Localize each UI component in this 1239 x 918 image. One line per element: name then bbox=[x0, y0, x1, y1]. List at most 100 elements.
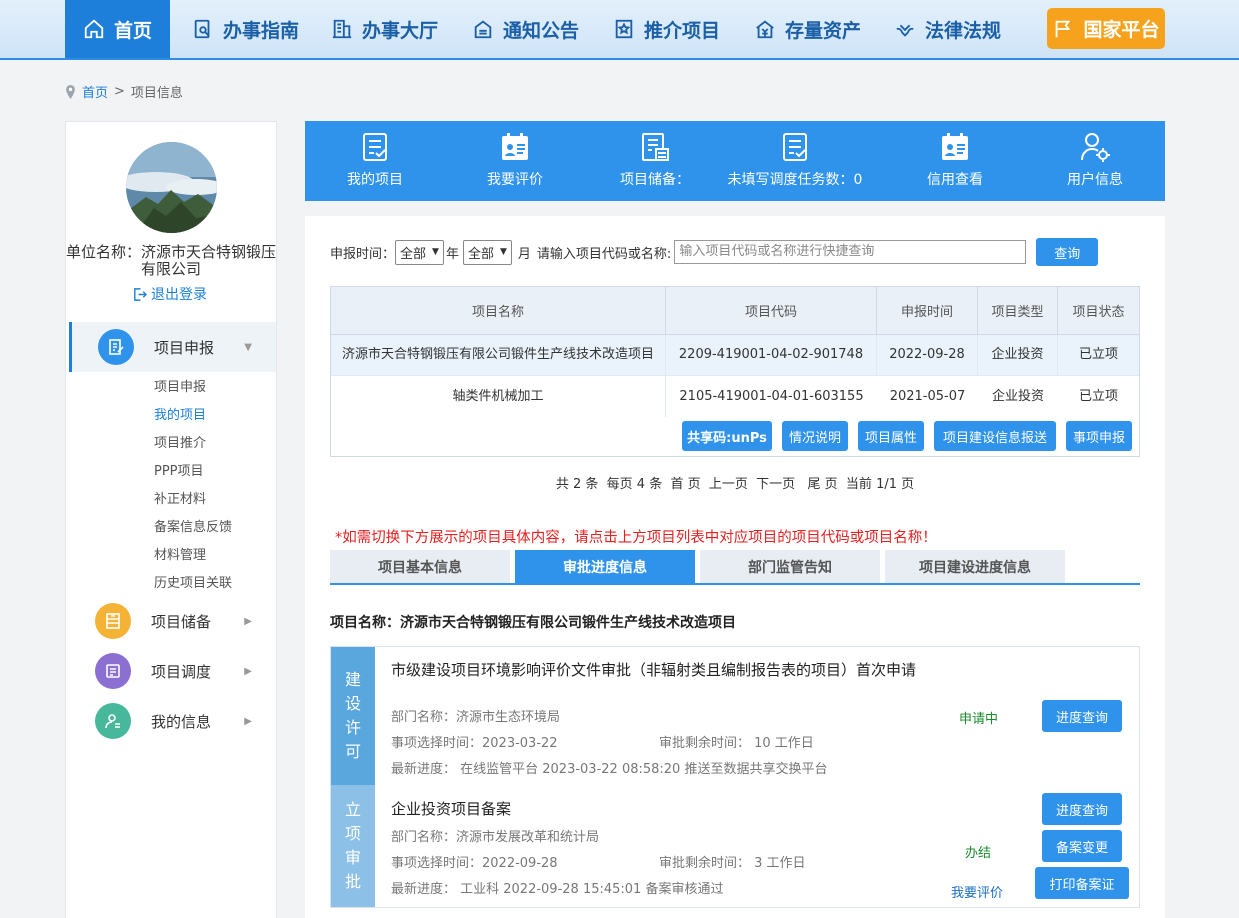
nav-hall[interactable]: 办事大厅 bbox=[331, 0, 438, 58]
row1-code[interactable]: 2209-419001-04-02-901748 bbox=[666, 335, 877, 376]
tab-construction-progress[interactable]: 项目建设进度信息 bbox=[885, 550, 1065, 583]
chevron-right-icon: ▶ bbox=[244, 665, 252, 677]
item-select-time: 事项选择时间：2023-03-22 bbox=[391, 736, 558, 751]
toolbar-my-projects[interactable]: 我的项目 bbox=[305, 121, 445, 201]
tab-approval-progress[interactable]: 审批进度信息 bbox=[515, 550, 695, 583]
menu-my-info[interactable]: 我的信息 ▶ bbox=[69, 696, 276, 746]
nav-national-platform[interactable]: 国家平台 bbox=[1047, 8, 1165, 49]
stage-band-construction: 建设许可 bbox=[331, 647, 375, 785]
month-unit: 月 bbox=[517, 246, 531, 262]
col-header-type: 项目类型 bbox=[978, 287, 1058, 335]
quick-toolbar: 我的项目 我要评价 项目储备： 未填写调度任务数：0 信用查看 用户信息 bbox=[305, 121, 1165, 201]
star-icon bbox=[615, 19, 633, 39]
toolbar-evaluate[interactable]: 我要评价 bbox=[445, 121, 585, 201]
chevron-down-icon: ▼ bbox=[499, 247, 507, 257]
situation-button[interactable]: 情况说明 bbox=[782, 421, 848, 451]
nav-guide[interactable]: 办事指南 bbox=[192, 0, 299, 58]
breadcrumb: 首页 > 项目信息 bbox=[65, 82, 183, 101]
month-select[interactable]: 全部 ▼ bbox=[462, 239, 512, 265]
construction-report-button[interactable]: 项目建设信息报送 bbox=[934, 421, 1056, 451]
user-settings-icon bbox=[1081, 133, 1110, 162]
credit-icon bbox=[942, 133, 968, 160]
toolbar-credit-label: 信用查看 bbox=[927, 172, 983, 188]
year-select[interactable]: 全部 ▼ bbox=[395, 239, 444, 265]
row1-name[interactable]: 济源市天合特钢锻压有限公司锻件生产线技术改造项目 bbox=[331, 335, 666, 376]
print-certificate-button[interactable]: 打印备案证 bbox=[1035, 867, 1129, 899]
progress-query-button[interactable]: 进度查询 bbox=[1042, 793, 1122, 825]
col-header-code: 项目代码 bbox=[666, 287, 877, 335]
sub-item-ppp[interactable]: PPP项目 bbox=[154, 460, 204, 479]
nav-asset[interactable]: 存量资产 bbox=[754, 0, 861, 58]
logout-icon bbox=[134, 287, 147, 301]
menu-my-info-label: 我的信息 bbox=[151, 712, 212, 731]
logout-label: 退出登录 bbox=[151, 287, 207, 303]
filing-change-button[interactable]: 备案变更 bbox=[1042, 830, 1122, 862]
search-button[interactable]: 查询 bbox=[1036, 238, 1099, 266]
status-badge: 申请中 bbox=[959, 712, 999, 727]
row2-name[interactable]: 轴类件机械加工 bbox=[331, 376, 666, 417]
tab-basic-info[interactable]: 项目基本信息 bbox=[330, 550, 510, 583]
menu-project-reserve[interactable]: 项目储备 ▶ bbox=[69, 596, 276, 646]
evaluate-icon bbox=[502, 133, 528, 160]
flag-icon bbox=[1056, 20, 1071, 37]
sub-item-my-projects[interactable]: 我的项目 bbox=[154, 404, 206, 423]
item-dept: 部门名称：济源市发展改革和统计局 bbox=[391, 830, 600, 845]
sub-item-filing-feedback[interactable]: 备案信息反馈 bbox=[154, 516, 232, 535]
sub-item-supplement[interactable]: 补正材料 bbox=[154, 488, 206, 507]
toolbar-reserve[interactable]: 项目储备： bbox=[585, 121, 725, 201]
toolbar-my-projects-label: 我的项目 bbox=[347, 172, 403, 188]
row2-code[interactable]: 2105-419001-04-01-603155 bbox=[666, 376, 877, 417]
location-pin-icon bbox=[66, 84, 75, 99]
col-header-status: 项目状态 bbox=[1058, 287, 1139, 335]
nav-notice[interactable]: 通知公告 bbox=[472, 0, 579, 58]
nav-law[interactable]: 法律法规 bbox=[894, 0, 1001, 58]
item-remaining-time: 审批剩余时间： 10 工作日 bbox=[659, 736, 814, 751]
project-attr-button[interactable]: 项目属性 bbox=[858, 421, 924, 451]
nav-promote[interactable]: 推介项目 bbox=[613, 0, 720, 58]
schedule-icon bbox=[95, 653, 131, 689]
avatar bbox=[126, 142, 217, 233]
item-latest-progress: 最新进度： 在线监管平台 2023-03-22 08:58:20 推送至数据共享… bbox=[391, 762, 828, 777]
asset-icon bbox=[756, 20, 774, 39]
avatar-landscape-image bbox=[126, 142, 217, 233]
nav-home-label: 首页 bbox=[113, 19, 152, 42]
sub-item-materials[interactable]: 材料管理 bbox=[154, 544, 206, 563]
search-input[interactable]: 输入项目代码或名称进行快捷查询 bbox=[674, 240, 1027, 264]
item-select-time: 事项选择时间：2022-09-28 bbox=[391, 856, 558, 871]
breadcrumb-current: 项目信息 bbox=[130, 86, 183, 101]
col-header-date: 申报时间 bbox=[877, 287, 978, 335]
toolbar-reserve-label: 项目储备： bbox=[620, 172, 690, 188]
menu-project-schedule[interactable]: 项目调度 ▶ bbox=[69, 646, 276, 696]
share-code-button[interactable]: 共享码:unPs bbox=[682, 421, 772, 451]
logout-link[interactable]: 退出登录 bbox=[132, 284, 207, 304]
detail-project-name: 项目名称：济源市天合特钢锻压有限公司锻件生产线技术改造项目 bbox=[330, 615, 736, 631]
year-unit: 年 bbox=[445, 246, 459, 262]
evaluate-link[interactable]: 我要评价 bbox=[951, 882, 1003, 901]
sub-item-project-apply[interactable]: 项目申报 bbox=[154, 376, 206, 395]
doc-edit-icon bbox=[98, 329, 134, 365]
stage-label: 立项审批 bbox=[345, 800, 362, 891]
chevron-down-icon: ▼ bbox=[432, 247, 439, 257]
sub-item-history-link[interactable]: 历史项目关联 bbox=[154, 572, 232, 591]
task-icon bbox=[783, 133, 807, 161]
notice-icon bbox=[474, 20, 492, 39]
tab-dept-supervision[interactable]: 部门监管告知 bbox=[700, 550, 880, 583]
list-check-icon bbox=[363, 133, 387, 161]
toolbar-credit[interactable]: 信用查看 bbox=[885, 121, 1025, 201]
toolbar-user-info[interactable]: 用户信息 bbox=[1025, 121, 1165, 201]
sub-item-project-promote[interactable]: 项目推介 bbox=[154, 432, 206, 451]
breadcrumb-home[interactable]: 首页 bbox=[82, 82, 108, 101]
menu-project-apply[interactable]: 项目申报 ▼ bbox=[69, 322, 276, 372]
nav-promote-label: 推介项目 bbox=[644, 19, 721, 42]
approval-card: 建设许可 立项审批 市级建设项目环境影响评价文件审批（非辐射类且编制报告表的项目… bbox=[330, 646, 1140, 908]
year-select-value: 全部 bbox=[400, 246, 427, 262]
progress-query-button[interactable]: 进度查询 bbox=[1042, 700, 1122, 732]
nav-home[interactable]: 首页 bbox=[65, 0, 170, 58]
chevron-right-icon: ▶ bbox=[244, 615, 252, 627]
search-label: 请输入项目代码或名称: bbox=[536, 246, 672, 262]
item-apply-button[interactable]: 事项申报 bbox=[1066, 421, 1132, 451]
menu-project-schedule-label: 项目调度 bbox=[151, 662, 212, 681]
toolbar-schedule-tasks[interactable]: 未填写调度任务数：0 bbox=[725, 121, 865, 201]
filter-time-label: 申报时间： bbox=[330, 246, 396, 262]
pagination[interactable]: 共 2 条 每页 4 条 首 页 上一页 下一页 尾 页 当前 1/1 页 bbox=[305, 473, 1165, 492]
